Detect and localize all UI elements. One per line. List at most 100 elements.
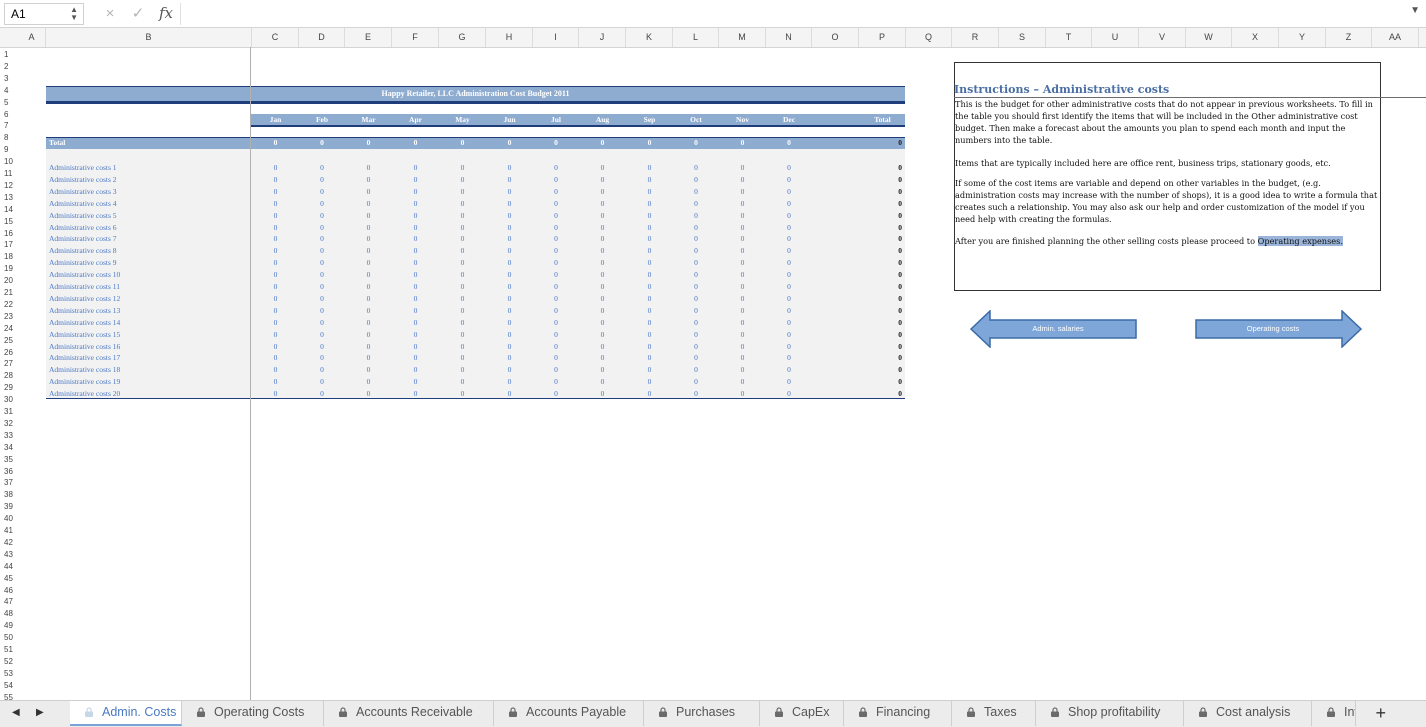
cost-cell[interactable]: 0 [495,317,525,328]
cost-cell[interactable]: 0 [495,364,525,375]
name-box[interactable]: A1 ▲ ▼ [4,3,84,25]
row-header-19[interactable]: 19 [0,263,18,274]
column-header-z[interactable]: Z [1326,28,1372,47]
total-cell-aug[interactable]: 0 [588,137,618,148]
cost-item-label[interactable]: Administrative costs 15 [49,329,120,340]
cost-cell[interactable]: 0 [401,269,431,280]
row-header-6[interactable]: 6 [0,109,18,120]
cost-cell[interactable]: 0 [728,198,758,209]
row-header-40[interactable]: 40 [0,513,18,524]
cost-cell[interactable]: 0 [588,317,618,328]
month-header-may[interactable]: May [443,115,483,124]
cost-cell[interactable]: 0 [681,210,711,221]
cost-cell[interactable]: 0 [261,233,291,244]
total-cell-sep[interactable]: 0 [635,137,665,148]
cost-cell[interactable]: 0 [401,317,431,328]
cost-cell[interactable]: 0 [261,269,291,280]
cost-cell[interactable]: 0 [448,222,478,233]
cost-cell[interactable]: 0 [541,329,571,340]
cost-cell[interactable]: 0 [728,174,758,185]
column-header-s[interactable]: S [999,28,1046,47]
cost-cell[interactable]: 0 [261,352,291,363]
column-header-k[interactable]: K [626,28,673,47]
cost-cell[interactable]: 0 [635,233,665,244]
row-header-22[interactable]: 22 [0,299,18,310]
cost-cell[interactable]: 0 [307,281,337,292]
cost-item-label[interactable]: Administrative costs 7 [49,233,117,244]
cost-cell[interactable]: 0 [541,198,571,209]
tab-scroll-right-icon[interactable]: ▶ [36,707,44,718]
row-header-47[interactable]: 47 [0,596,18,607]
cost-cell[interactable]: 0 [354,388,384,399]
cost-cell[interactable]: 0 [495,388,525,399]
column-header-b[interactable]: B [46,28,252,47]
cost-cell[interactable]: 0 [541,341,571,352]
cost-cell[interactable]: 0 [635,198,665,209]
row-header-39[interactable]: 39 [0,501,18,512]
cost-cell[interactable]: 0 [588,222,618,233]
row-header-54[interactable]: 54 [0,680,18,691]
cost-cell[interactable]: 0 [588,174,618,185]
cost-cell[interactable]: 0 [541,222,571,233]
column-header-y[interactable]: Y [1279,28,1326,47]
cost-cell[interactable]: 0 [495,186,525,197]
row-header-28[interactable]: 28 [0,370,18,381]
cost-cell[interactable]: 0 [635,281,665,292]
cost-item-label[interactable]: Administrative costs 11 [49,281,120,292]
sheet-tab-accounts-receivable[interactable]: Accounts Receivable [324,701,494,726]
cost-cell[interactable]: 0 [588,269,618,280]
cost-cell[interactable]: 0 [307,329,337,340]
cost-cell[interactable]: 0 [635,186,665,197]
row-header-52[interactable]: 52 [0,656,18,667]
cost-cell[interactable]: 0 [307,352,337,363]
total-cell-sum[interactable]: 0 [882,137,902,148]
cost-cell[interactable]: 0 [635,317,665,328]
cost-row-total[interactable]: 0 [882,210,902,221]
row-header-3[interactable]: 3 [0,73,18,84]
row-header-41[interactable]: 41 [0,525,18,536]
sheet-tab-accounts-payable[interactable]: Accounts Payable [494,701,644,726]
cost-cell[interactable]: 0 [774,364,804,375]
cost-cell[interactable]: 0 [495,281,525,292]
row-header-8[interactable]: 8 [0,132,18,143]
cost-cell[interactable]: 0 [354,269,384,280]
name-box-stepper-icon[interactable]: ▲ ▼ [70,6,78,22]
cost-cell[interactable]: 0 [541,186,571,197]
row-header-27[interactable]: 27 [0,358,18,369]
cost-row-total[interactable]: 0 [882,317,902,328]
cost-cell[interactable]: 0 [728,257,758,268]
cost-cell[interactable]: 0 [541,388,571,399]
cost-cell[interactable]: 0 [541,305,571,316]
cost-cell[interactable]: 0 [401,186,431,197]
cost-cell[interactable]: 0 [448,210,478,221]
cost-cell[interactable]: 0 [774,317,804,328]
cost-cell[interactable]: 0 [261,281,291,292]
cost-cell[interactable]: 0 [401,352,431,363]
cost-cell[interactable]: 0 [261,257,291,268]
cost-cell[interactable]: 0 [728,269,758,280]
row-header-25[interactable]: 25 [0,335,18,346]
cost-row-total[interactable]: 0 [882,293,902,304]
cost-cell[interactable]: 0 [728,222,758,233]
row-header-42[interactable]: 42 [0,537,18,548]
cost-cell[interactable]: 0 [261,186,291,197]
row-header-23[interactable]: 23 [0,311,18,322]
cost-cell[interactable]: 0 [307,233,337,244]
cost-row-total[interactable]: 0 [882,186,902,197]
cost-cell[interactable]: 0 [354,198,384,209]
cost-cell[interactable]: 0 [448,162,478,173]
cost-cell[interactable]: 0 [774,281,804,292]
row-header-50[interactable]: 50 [0,632,18,643]
cost-cell[interactable]: 0 [588,352,618,363]
cost-cell[interactable]: 0 [495,162,525,173]
cost-item-label[interactable]: Administrative costs 12 [49,293,120,304]
cost-cell[interactable]: 0 [401,162,431,173]
cost-cell[interactable]: 0 [307,364,337,375]
row-header-24[interactable]: 24 [0,323,18,334]
cost-cell[interactable]: 0 [354,257,384,268]
cost-item-label[interactable]: Administrative costs 14 [49,317,120,328]
cost-item-label[interactable]: Administrative costs 8 [49,245,117,256]
cost-cell[interactable]: 0 [448,305,478,316]
cost-cell[interactable]: 0 [354,233,384,244]
cost-item-label[interactable]: Administrative costs 3 [49,186,117,197]
